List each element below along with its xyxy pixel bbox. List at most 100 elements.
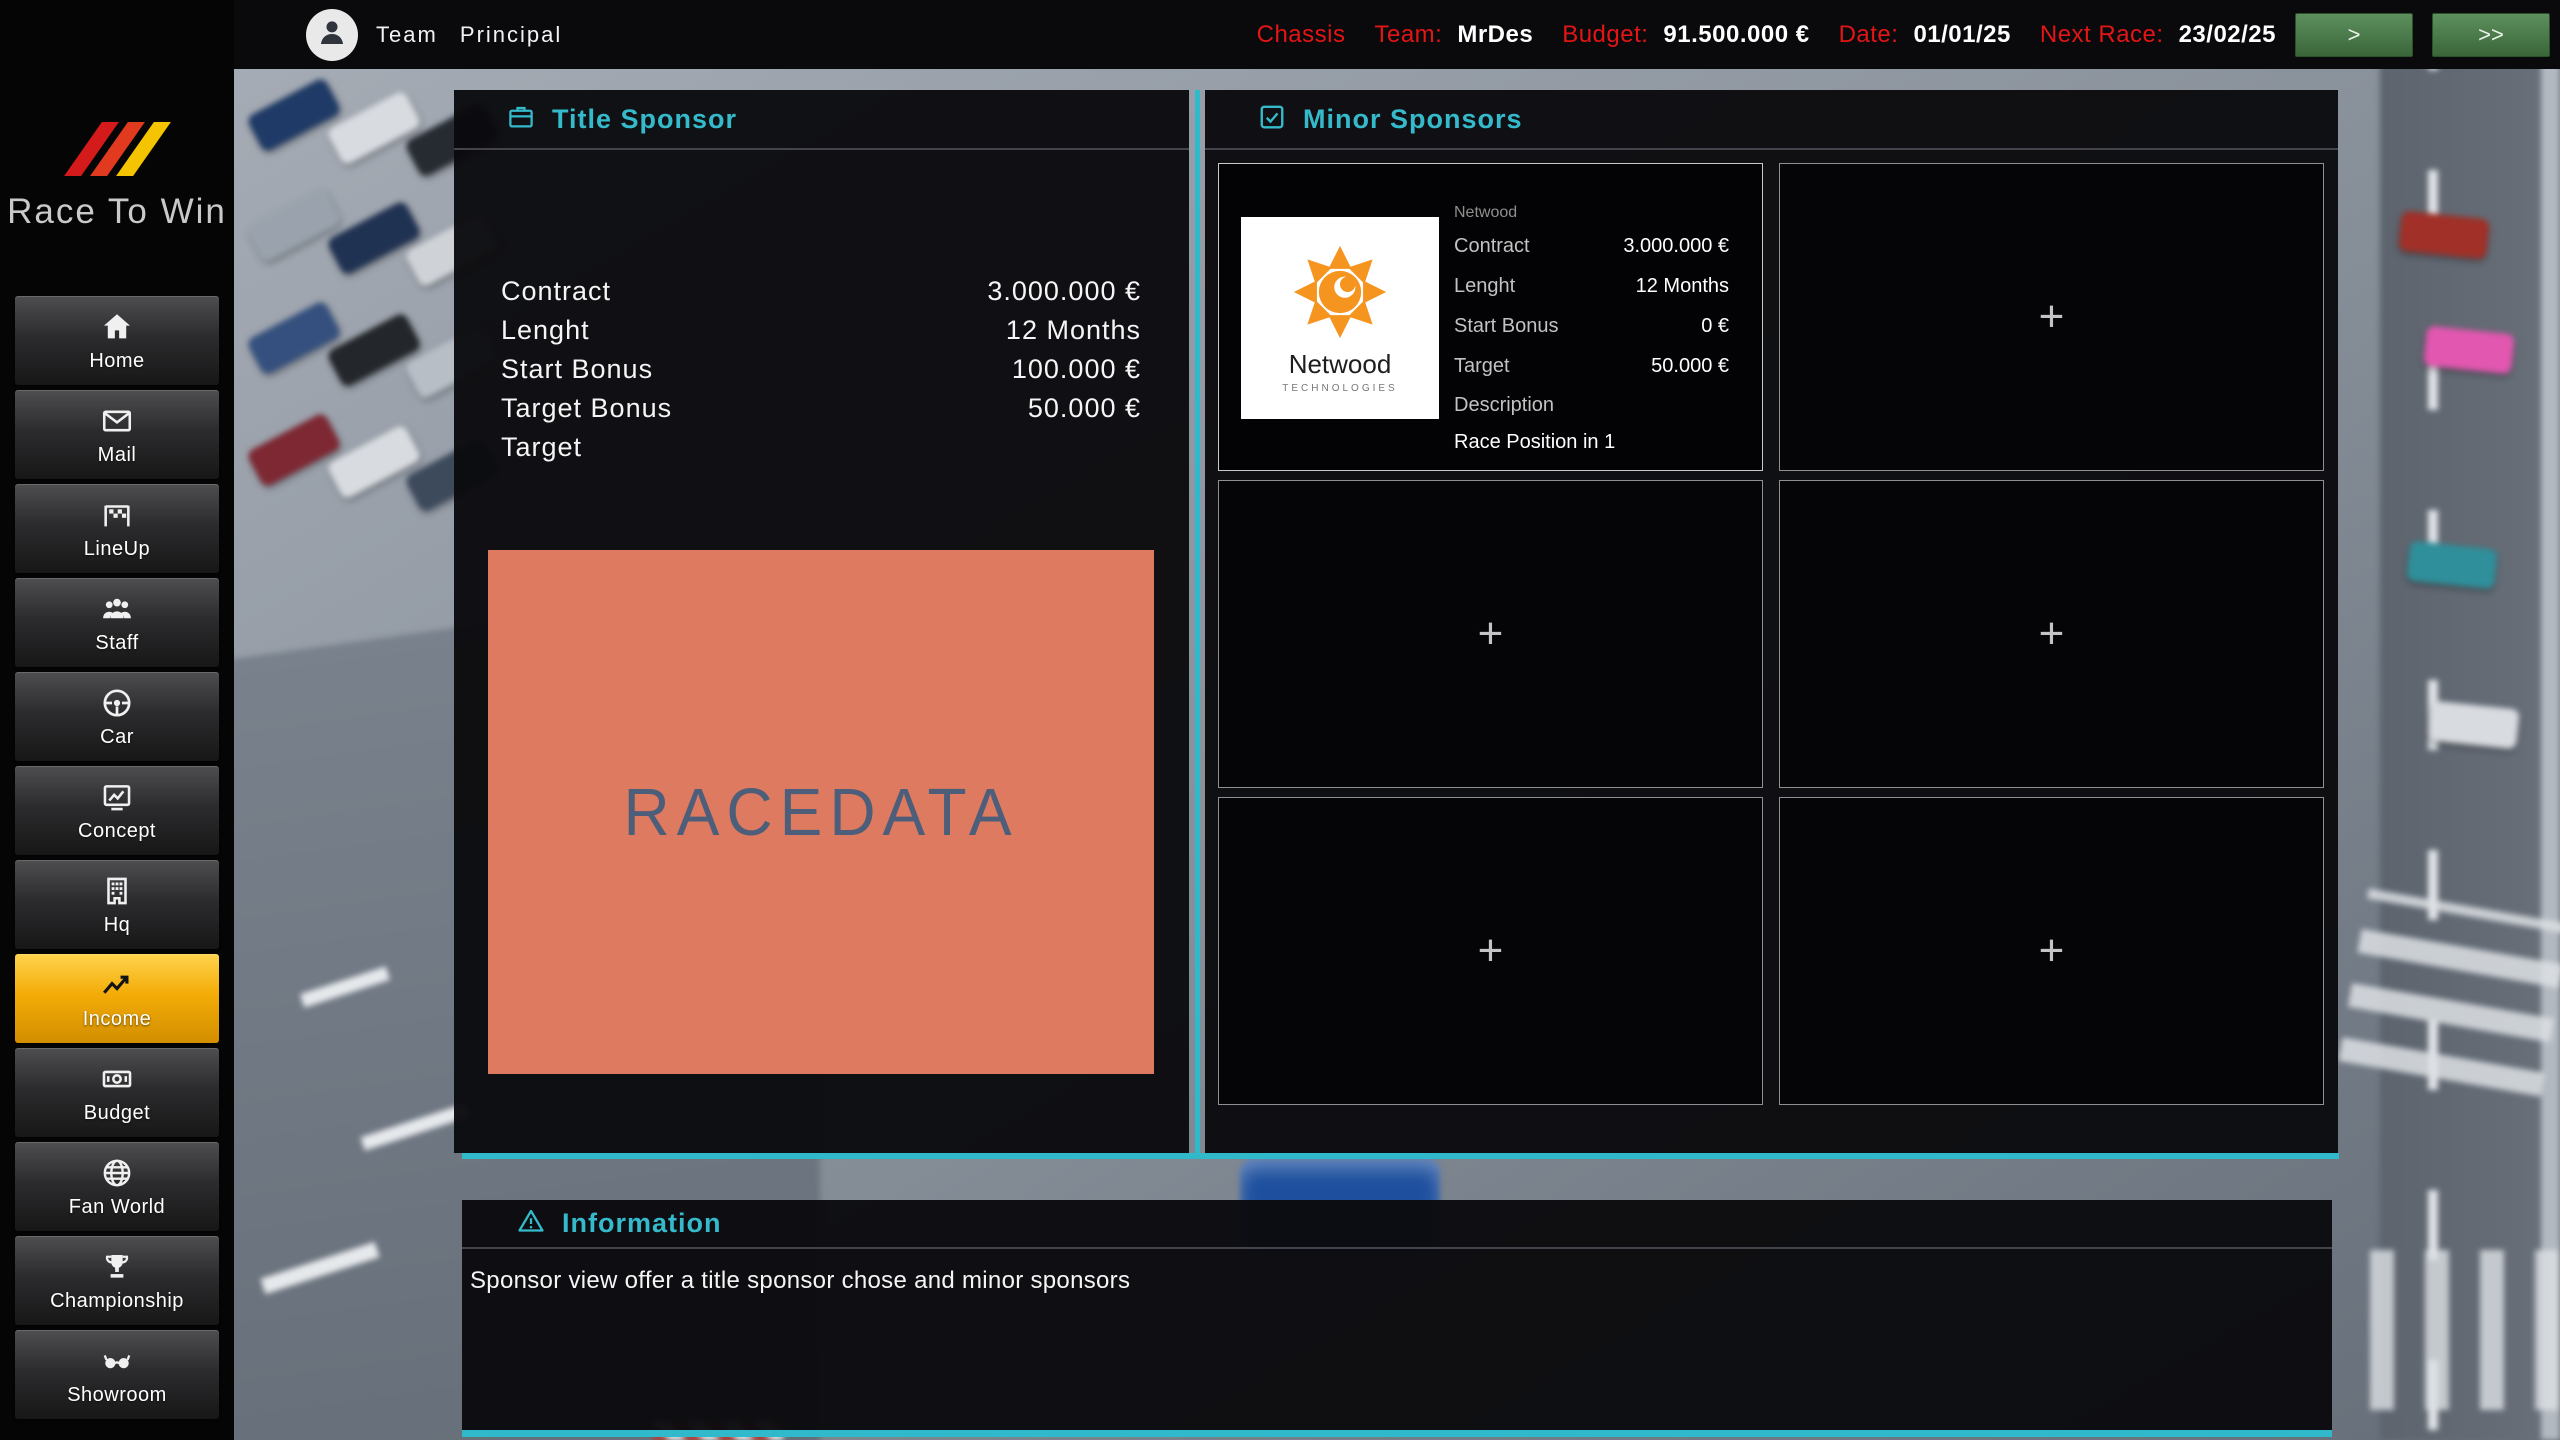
detail-row: Contract 3.000.000 €: [1454, 234, 1729, 258]
detail-value: 50.000 €: [1651, 354, 1729, 378]
detail-row: Contract 3.000.000 €: [501, 275, 1141, 307]
logo-text: Race To Win: [7, 192, 227, 232]
home-icon: [100, 309, 134, 345]
plus-icon: +: [1478, 926, 1504, 976]
detail-row: Target: [501, 431, 1141, 463]
detail-label: Lenght: [501, 315, 590, 346]
team-label: Team:: [1374, 21, 1442, 49]
sidebar-menu: Home Mail LineUp Staff Car Concept: [15, 296, 219, 1419]
app-logo: Race To Win: [7, 120, 227, 232]
grid-flag-icon: [100, 497, 134, 533]
minor-sponsors-header: Minor Sponsors: [1205, 90, 2338, 150]
bg-car: [326, 200, 422, 277]
minor-sponsor-empty-slot[interactable]: +: [1779, 163, 2324, 471]
detail-label: Target Bonus: [501, 393, 672, 424]
panel-divider-horizontal: [462, 1153, 2339, 1159]
minor-sponsor-card[interactable]: Netwood TECHNOLOGIES Netwood Contract 3.…: [1218, 163, 1763, 471]
title-sponsor-details: Contract 3.000.000 € Lenght 12 Months St…: [454, 275, 1189, 463]
chart-line-icon: [100, 967, 134, 1003]
sidebar-item-label: Championship: [50, 1290, 184, 1313]
sidebar-item-label: Concept: [78, 820, 156, 843]
sidebar: Race To Win Home Mail LineUp Staff Car: [0, 0, 234, 1440]
sidebar-item-label: Income: [83, 1008, 152, 1031]
steering-wheel-icon: [100, 685, 134, 721]
banknote-icon: [100, 1061, 134, 1097]
sidebar-item-mail[interactable]: Mail: [15, 390, 219, 479]
detail-value: 12 Months: [1006, 315, 1141, 346]
detail-label: Start Bonus: [501, 354, 653, 385]
title-sponsor-logo-card[interactable]: RACEDATA: [488, 550, 1154, 1074]
chassis-label: Chassis: [1257, 21, 1346, 49]
detail-row: Start Bonus 0 €: [1454, 314, 1729, 338]
minor-sponsor-empty-slot[interactable]: +: [1779, 797, 2324, 1105]
person-icon: [315, 15, 349, 54]
sidebar-item-championship[interactable]: Championship: [15, 1236, 219, 1325]
sketch-icon: [100, 779, 134, 815]
detail-row: Target Bonus 50.000 €: [501, 392, 1141, 424]
plus-icon: +: [1478, 609, 1504, 659]
sidebar-item-car[interactable]: Car: [15, 672, 219, 761]
role-label: Team Principal: [376, 22, 562, 48]
bg-car: [246, 412, 342, 489]
detail-label: Contract: [1454, 234, 1530, 258]
plus-icon: +: [2039, 609, 2065, 659]
building-icon: [100, 873, 134, 909]
topbar-status: Chassis Team: MrDes Budget: 91.500.000 €…: [1257, 13, 2560, 57]
detail-label: Start Bonus: [1454, 314, 1559, 338]
sidebar-item-showroom[interactable]: Showroom: [15, 1330, 219, 1419]
avatar[interactable]: [306, 9, 358, 61]
panel-title: Minor Sponsors: [1303, 104, 1523, 135]
detail-label: Contract: [501, 276, 611, 307]
detail-row: Start Bonus 100.000 €: [501, 353, 1141, 385]
globe-icon: [100, 1155, 134, 1191]
sidebar-item-income[interactable]: Income: [15, 954, 219, 1043]
sidebar-item-label: Mail: [98, 444, 137, 467]
skip-to-race-button[interactable]: >>: [2432, 13, 2550, 57]
sponsor-logo-text: RACEDATA: [624, 773, 1019, 851]
bg-car: [246, 77, 342, 154]
briefcase-icon: [506, 102, 536, 137]
date-value: 01/01/25: [1913, 21, 2010, 49]
team-value: MrDes: [1457, 21, 1533, 49]
detail-label: Target: [1454, 354, 1510, 378]
sidebar-item-home[interactable]: Home: [15, 296, 219, 385]
next-race-label: Next Race:: [2040, 21, 2164, 49]
detail-row: Lenght 12 Months: [501, 314, 1141, 346]
sidebar-item-budget[interactable]: Budget: [15, 1048, 219, 1137]
description-value: Race Position in 1: [1454, 431, 1729, 454]
detail-value: 0 €: [1701, 314, 1729, 338]
checkbox-icon: [1257, 102, 1287, 137]
panel-title: Title Sponsor: [552, 104, 737, 135]
sidebar-item-label: Showroom: [67, 1384, 167, 1407]
sponsor-details: Netwood Contract 3.000.000 € Lenght 12 M…: [1454, 204, 1729, 454]
minor-sponsor-empty-slot[interactable]: +: [1218, 480, 1763, 788]
panel-title: Information: [562, 1208, 722, 1239]
sidebar-item-hq[interactable]: Hq: [15, 860, 219, 949]
sidebar-item-label: Staff: [95, 632, 138, 655]
sidebar-item-lineup[interactable]: LineUp: [15, 484, 219, 573]
information-header: Information: [462, 1200, 2332, 1249]
sidebar-item-concept[interactable]: Concept: [15, 766, 219, 855]
detail-row: Lenght 12 Months: [1454, 274, 1729, 298]
bg-car: [326, 90, 422, 167]
minor-sponsor-empty-slot[interactable]: +: [1779, 480, 2324, 788]
detail-label: Target: [501, 432, 582, 463]
sponsor-logo-name: Netwood: [1289, 349, 1392, 380]
detail-value: 100.000 €: [1012, 354, 1141, 385]
sidebar-item-staff[interactable]: Staff: [15, 578, 219, 667]
minor-sponsors-grid: Netwood TECHNOLOGIES Netwood Contract 3.…: [1218, 163, 2324, 1105]
bg-car: [326, 312, 422, 389]
minor-sponsors-panel: Minor Sponsors Netwood TECHNOLOGIES Netw…: [1205, 90, 2338, 1153]
warning-icon: [516, 1206, 546, 1241]
topbar: Team Principal Chassis Team: MrDes Budge…: [234, 0, 2560, 69]
sponsor-name: Netwood: [1454, 204, 1729, 222]
plus-icon: +: [2039, 926, 2065, 976]
sidebar-item-fan-world[interactable]: Fan World: [15, 1142, 219, 1231]
advance-day-button[interactable]: >: [2295, 13, 2413, 57]
sidebar-item-label: Hq: [104, 914, 131, 937]
title-sponsor-panel: Title Sponsor Contract 3.000.000 € Lengh…: [454, 90, 1189, 1153]
mail-icon: [100, 403, 134, 439]
sponsor-logo-subtitle: TECHNOLOGIES: [1282, 383, 1397, 394]
minor-sponsor-empty-slot[interactable]: +: [1218, 797, 1763, 1105]
bg-crosswalk: [2370, 1250, 2560, 1410]
